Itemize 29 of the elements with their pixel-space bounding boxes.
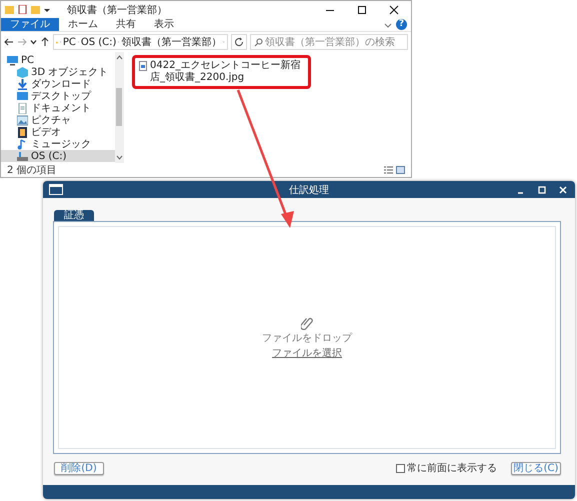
checkbox-label: 常に前面に表示する <box>407 462 497 475</box>
breadcrumb[interactable]: PC <box>62 36 76 48</box>
nav-item[interactable]: ミュージック <box>1 138 115 150</box>
breadcrumb[interactable]: 領収書（第一営業部） <box>121 35 222 49</box>
close-button[interactable]: 閉じる(C) <box>511 462 561 474</box>
nav-item[interactable]: ダウンロード <box>1 78 115 90</box>
drop-prompt: ファイルをドロップ <box>262 332 352 344</box>
ribbon-tab[interactable]: 表示 <box>145 18 183 31</box>
nav-item[interactable]: ドキュメント <box>1 102 115 114</box>
file-item[interactable]: 0422_エクセレントコーヒー新宿店_領収書_2200.jpg <box>132 55 311 89</box>
nav-item[interactable]: ビデオ <box>1 126 115 138</box>
status-text: 2 個の項目 <box>7 164 57 177</box>
breadcrumb[interactable]: OS (C:) <box>80 36 116 48</box>
ribbon-tab[interactable]: ホーム <box>59 18 107 31</box>
nav-item[interactable]: 3D オブジェクト <box>1 66 115 78</box>
nav-item[interactable]: OS (C:) <box>1 150 115 162</box>
nav-item[interactable]: デスクトップ <box>1 90 115 102</box>
delete-button[interactable]: 削除(D) <box>54 462 104 474</box>
window-title: 領収書（第一営業部） <box>67 4 167 16</box>
help-button[interactable]: ? <box>396 19 407 30</box>
ribbon-tab[interactable]: ファイル <box>1 18 59 31</box>
nav-item[interactable]: PC <box>1 54 115 66</box>
select-file-link[interactable]: ファイルを選択 <box>272 346 342 360</box>
nav-item[interactable]: ピクチャ <box>1 114 115 126</box>
tab[interactable]: 証憑 <box>54 210 94 221</box>
drop-zone[interactable]: ファイルをドロップ ファイルを選択 <box>58 226 556 449</box>
address-bar[interactable]: PC OS (C:) 領収書（第一営業部） <box>53 34 228 50</box>
window-title: 仕訳処理 <box>289 184 329 196</box>
ribbon-tab[interactable]: 共有 <box>107 18 145 31</box>
